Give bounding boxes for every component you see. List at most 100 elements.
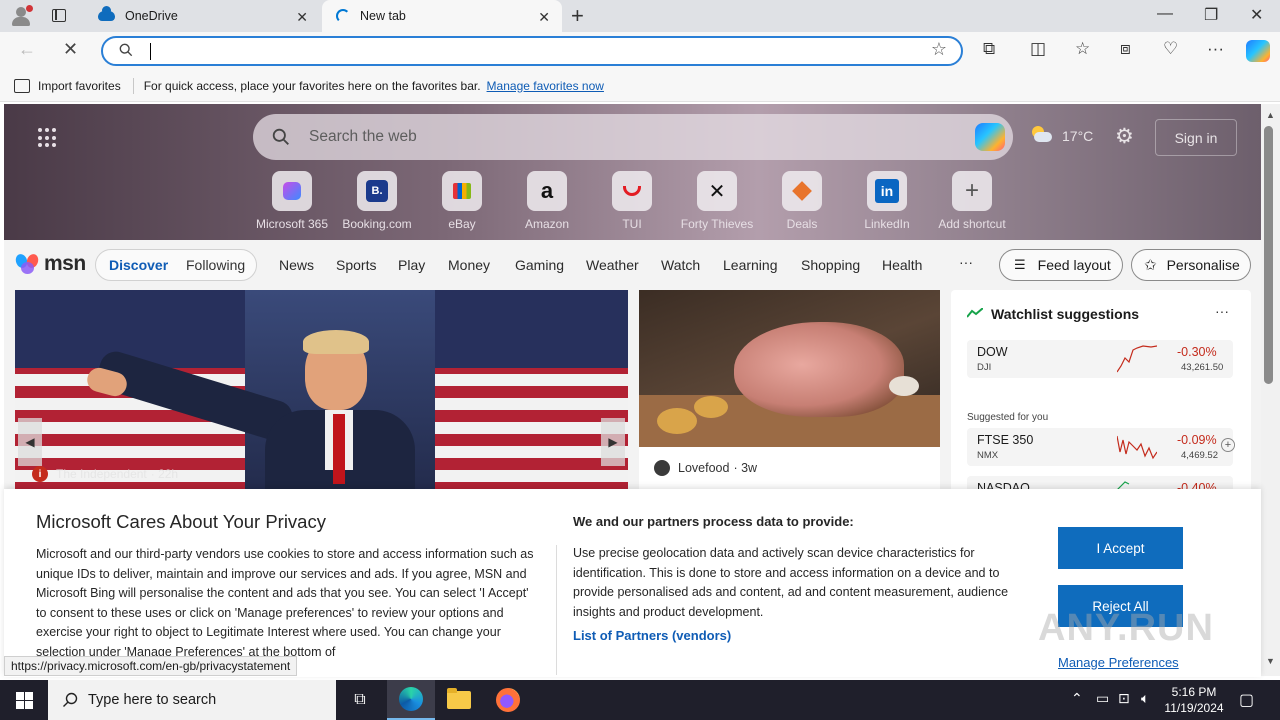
taskbar-edge[interactable] xyxy=(387,680,435,720)
carousel-previous-icon[interactable]: ◀ xyxy=(18,418,42,466)
star-sparkle-icon: ✩ xyxy=(1144,257,1157,274)
weather-partly-cloudy-icon[interactable] xyxy=(1030,126,1052,142)
copilot-icon[interactable] xyxy=(975,123,1005,151)
manage-preferences-link[interactable]: Manage Preferences xyxy=(1058,655,1179,670)
scrollbar-thumb[interactable] xyxy=(1264,126,1273,384)
scroll-down-icon[interactable]: ▼ xyxy=(1266,656,1275,666)
shortcut-label: Add shortcut xyxy=(938,217,1006,231)
accept-button[interactable]: I Accept xyxy=(1058,527,1183,569)
list-of-partners-link[interactable]: List of Partners (vendors) xyxy=(573,628,731,643)
new-tab-icon[interactable]: + xyxy=(571,3,584,29)
split-screen-icon[interactable]: ◫ xyxy=(1030,39,1046,59)
tab-title: OneDrive xyxy=(125,9,178,23)
nav-watch[interactable]: Watch xyxy=(661,257,700,273)
sign-in-button[interactable]: Sign in xyxy=(1155,119,1237,156)
shortcut-microsoft365[interactable]: Microsoft 365 xyxy=(250,171,334,231)
add-favorite-star-icon[interactable]: ☆ xyxy=(931,39,947,60)
minimize-icon[interactable]: — xyxy=(1157,5,1173,23)
scroll-up-icon[interactable]: ▲ xyxy=(1266,110,1275,120)
tab-actions-icon[interactable] xyxy=(52,9,66,22)
shortcut-ebay[interactable]: eBay xyxy=(420,171,504,231)
navigation-bar: ← ✕ ☆ ⧉ ◫ ☆ ⧈ ♡ ··· xyxy=(0,32,1280,70)
nav-news[interactable]: News xyxy=(279,257,314,273)
more-options-icon[interactable]: ··· xyxy=(1215,303,1229,319)
volume-icon[interactable]: 🔈︎ xyxy=(1141,690,1149,707)
shortcut-linkedin[interactable]: in LinkedIn xyxy=(845,171,929,231)
nav-money[interactable]: Money xyxy=(448,257,490,273)
taskbar-firefox[interactable] xyxy=(484,680,532,720)
story-age: · 22h xyxy=(150,467,179,481)
shortcut-tui[interactable]: TUI xyxy=(590,171,674,231)
shortcut-add[interactable]: + Add shortcut xyxy=(930,171,1014,231)
tag-icon xyxy=(782,171,822,211)
edge-icon xyxy=(399,687,423,711)
nav-more[interactable]: ··· xyxy=(959,254,973,270)
shortcut-deals[interactable]: Deals xyxy=(760,171,844,231)
import-favorites-button[interactable]: Import favorites xyxy=(38,79,121,93)
story-card-food[interactable]: Lovefood · 3w xyxy=(639,290,940,500)
task-view-icon[interactable]: ⧉ xyxy=(336,680,384,720)
data-purposes-body: Use precise geolocation data and activel… xyxy=(573,546,1009,619)
top-story-card[interactable]: ◀ ▶ i The Independent · 22h xyxy=(15,290,628,500)
personalise-button[interactable]: ✩ Personalise xyxy=(1131,249,1251,281)
stock-row[interactable]: FTSE 350 NMX -0.09% 4,469.52 + xyxy=(967,428,1235,466)
notifications-icon[interactable]: ▢ xyxy=(1239,690,1254,710)
back-icon[interactable]: ← xyxy=(18,39,36,60)
nav-play[interactable]: Play xyxy=(398,257,425,273)
shortcut-amazon[interactable]: a Amazon xyxy=(505,171,589,231)
story-age: · 3w xyxy=(733,461,758,475)
copilot-icon[interactable] xyxy=(1246,40,1270,62)
msn-logo[interactable]: msn xyxy=(13,250,86,278)
profile-avatar-icon[interactable] xyxy=(9,4,33,28)
address-bar[interactable]: ☆ xyxy=(101,36,963,66)
page-settings-gear-icon[interactable]: ⚙ xyxy=(1115,124,1134,149)
app-launcher-icon[interactable] xyxy=(38,128,58,148)
tab-title: New tab xyxy=(360,9,406,23)
show-hidden-icons-chevron-up-icon[interactable]: ⌃ xyxy=(1071,690,1083,707)
carousel-next-icon[interactable]: ▶ xyxy=(601,418,625,466)
nav-gaming[interactable]: Gaming xyxy=(515,257,564,273)
close-tab-icon[interactable]: ✕ xyxy=(296,9,308,26)
settings-more-icon[interactable]: ··· xyxy=(1207,39,1224,59)
nav-shopping[interactable]: Shopping xyxy=(801,257,860,273)
browser-essentials-icon[interactable]: ♡ xyxy=(1163,39,1178,59)
taskbar-search-box[interactable]: Type here to search xyxy=(48,680,336,720)
windows-start-icon[interactable] xyxy=(16,692,33,709)
close-window-icon[interactable]: ✕ xyxy=(1250,5,1263,25)
nav-health[interactable]: Health xyxy=(882,257,922,273)
sparkline xyxy=(1117,435,1157,460)
shortcut-label: Booking.com xyxy=(342,217,412,231)
extensions-icon[interactable]: ⧉ xyxy=(983,39,995,59)
onedrive-cloud-icon xyxy=(98,6,115,21)
search-icon xyxy=(119,43,133,57)
add-to-watchlist-icon[interactable]: + xyxy=(1221,438,1235,452)
shortcut-booking[interactable]: B. Booking.com xyxy=(335,171,419,231)
nav-weather[interactable]: Weather xyxy=(586,257,639,273)
manage-favorites-link[interactable]: Manage favorites now xyxy=(487,79,604,93)
battery-icon[interactable]: ▭ xyxy=(1096,690,1109,707)
news-photo-person xyxy=(265,330,415,500)
favorites-icon[interactable]: ☆ xyxy=(1075,39,1090,59)
tab-new-tab[interactable]: New tab ✕ xyxy=(322,0,562,32)
system-clock[interactable]: 5:16 PM 11/19/2024 xyxy=(1162,684,1226,716)
nav-learning[interactable]: Learning xyxy=(723,257,778,273)
feed-layout-button[interactable]: ☰ Feed layout xyxy=(999,249,1123,281)
restore-icon[interactable]: ❐ xyxy=(1204,5,1218,25)
temperature[interactable]: 17°C xyxy=(1062,128,1093,144)
tab-discover[interactable]: Discover xyxy=(109,257,168,273)
network-icon[interactable]: ⊡ xyxy=(1118,690,1130,707)
nav-sports[interactable]: Sports xyxy=(336,257,376,273)
shortcut-forty-thieves[interactable]: ✕ Forty Thieves xyxy=(675,171,759,231)
page-scrollbar[interactable]: ▲ ▼ xyxy=(1261,104,1280,676)
taskbar-file-explorer[interactable] xyxy=(435,680,483,720)
privacy-consent-dialog: Microsoft Cares About Your Privacy Micro… xyxy=(4,489,1261,677)
feed-layout-label: Feed layout xyxy=(1037,257,1111,273)
close-tab-icon[interactable]: ✕ xyxy=(538,9,550,26)
tab-following[interactable]: Following xyxy=(186,257,245,273)
stop-loading-icon[interactable]: ✕ xyxy=(63,39,78,60)
favorites-bar: Import favorites For quick access, place… xyxy=(0,70,1280,102)
collections-icon[interactable]: ⧈ xyxy=(1120,39,1131,59)
stock-row[interactable]: DOW DJI -0.30% 43,261.50 xyxy=(967,340,1233,378)
web-search-box[interactable]: Search the web xyxy=(253,114,1013,160)
tab-onedrive[interactable]: OneDrive ✕ xyxy=(84,0,320,32)
